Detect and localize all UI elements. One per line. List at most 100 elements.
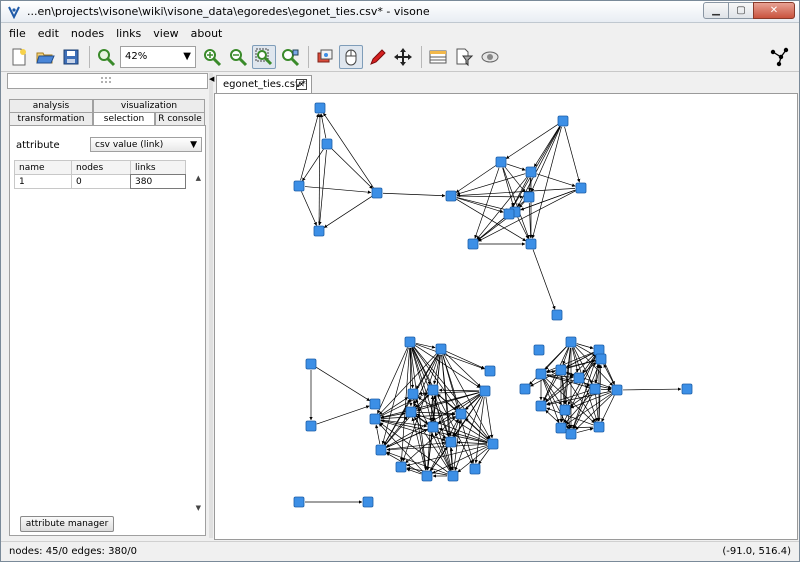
graph-node[interactable]	[427, 421, 439, 433]
maximize-button[interactable]: ▢	[728, 2, 754, 19]
graph-node[interactable]	[535, 368, 547, 380]
graph-node[interactable]	[305, 420, 317, 432]
search-button[interactable]	[478, 45, 502, 69]
menu-links[interactable]: links	[114, 27, 143, 40]
filter-button[interactable]	[452, 45, 476, 69]
graph-edge[interactable]	[375, 424, 381, 445]
graph-edge[interactable]	[506, 163, 526, 171]
graph-edge[interactable]	[304, 186, 372, 194]
graph-node[interactable]	[565, 428, 577, 440]
graph-node[interactable]	[395, 461, 407, 473]
table-cell-links[interactable]: 380	[130, 174, 186, 189]
graph-edge[interactable]	[456, 197, 504, 213]
graph-node[interactable]	[575, 182, 587, 194]
network-canvas[interactable]	[214, 93, 798, 540]
graph-node[interactable]	[503, 208, 515, 220]
table-row[interactable]: 1 0 380	[14, 174, 202, 189]
graph-edge[interactable]	[412, 347, 431, 385]
graph-node[interactable]	[427, 384, 439, 396]
graph-node[interactable]	[421, 470, 433, 482]
move-mode-button[interactable]	[391, 45, 415, 69]
graph-edge[interactable]	[576, 427, 594, 433]
graph-edge[interactable]	[318, 149, 327, 226]
menu-nodes[interactable]: nodes	[69, 27, 106, 40]
graph-node[interactable]	[525, 166, 537, 178]
graph-node[interactable]	[479, 385, 491, 397]
drag-grip-icon[interactable]	[100, 76, 112, 86]
graph-node[interactable]	[405, 406, 417, 418]
table-cell-name[interactable]: 1	[14, 174, 72, 189]
graph-node[interactable]	[447, 470, 459, 482]
graph-edge[interactable]	[546, 390, 612, 406]
graph-node[interactable]	[557, 115, 569, 127]
graph-edge[interactable]	[562, 347, 570, 365]
graph-edge[interactable]	[456, 195, 524, 199]
scroll-down-icon[interactable]: ▼	[196, 504, 201, 512]
menu-view[interactable]: view	[151, 27, 180, 40]
graph-node[interactable]	[487, 438, 499, 450]
graph-node[interactable]	[523, 191, 535, 203]
open-file-button[interactable]	[33, 45, 57, 69]
graph-edge[interactable]	[382, 192, 446, 198]
graph-edge[interactable]	[323, 112, 374, 189]
graph-edge[interactable]	[536, 173, 576, 187]
attributes-button[interactable]	[426, 45, 450, 69]
graph-node[interactable]	[551, 309, 563, 321]
graph-edge[interactable]	[456, 188, 576, 198]
graph-node[interactable]	[565, 336, 577, 348]
menu-about[interactable]: about	[189, 27, 225, 40]
layout-button[interactable]	[313, 45, 337, 69]
column-header-name[interactable]: name	[14, 160, 72, 175]
scroll-up-icon[interactable]: ▲	[196, 174, 201, 182]
graph-node[interactable]	[533, 344, 545, 356]
graph-node[interactable]	[589, 383, 601, 395]
column-header-nodes[interactable]: nodes	[71, 160, 131, 175]
graph-edge[interactable]	[381, 347, 409, 445]
zoom-level-select[interactable]: 42% ▼	[120, 45, 196, 68]
attribute-manager-button[interactable]: attribute manager	[20, 516, 114, 532]
graph-node[interactable]	[593, 421, 605, 433]
graph-edge[interactable]	[301, 191, 317, 226]
graph-node[interactable]	[519, 383, 531, 395]
collapse-left-icon[interactable]: ◀	[209, 75, 214, 83]
graph-node[interactable]	[293, 180, 305, 192]
graph-node[interactable]	[681, 383, 693, 395]
zoom-selection-button[interactable]	[278, 45, 302, 69]
graph-node[interactable]	[484, 365, 496, 377]
graph-node[interactable]	[595, 353, 607, 365]
draw-mode-button[interactable]	[365, 45, 389, 69]
zoom-out-button[interactable]	[226, 45, 250, 69]
graph-node[interactable]	[404, 336, 416, 348]
graph-node[interactable]	[495, 156, 507, 168]
graph-edge[interactable]	[406, 445, 488, 467]
graph-edge[interactable]	[576, 343, 594, 350]
network-button[interactable]	[767, 45, 791, 69]
graph-edge[interactable]	[323, 195, 373, 229]
graph-edge[interactable]	[517, 217, 529, 239]
graph-edge[interactable]	[318, 113, 322, 226]
graph-edge[interactable]	[622, 387, 682, 391]
close-tab-icon[interactable]: ✕	[296, 79, 307, 90]
graph-node[interactable]	[555, 364, 567, 376]
document-tab[interactable]: egonet_ties.csv* ✕	[216, 75, 312, 93]
tab-r-console[interactable]: R console	[155, 112, 205, 125]
table-cell-nodes[interactable]: 0	[71, 174, 131, 189]
graph-node[interactable]	[321, 138, 333, 150]
graph-edge[interactable]	[315, 366, 371, 402]
graph-edge[interactable]	[564, 126, 581, 183]
graph-edge[interactable]	[302, 148, 324, 182]
graph-edge[interactable]	[564, 347, 571, 405]
graph-node[interactable]	[555, 422, 567, 434]
select-mode-button[interactable]	[339, 44, 363, 69]
graph-node[interactable]	[535, 400, 547, 412]
new-file-button[interactable]	[7, 45, 31, 69]
graph-node[interactable]	[573, 372, 585, 384]
minimize-button[interactable]: ▁	[703, 2, 729, 19]
graph-node[interactable]	[369, 398, 381, 410]
graph-edge[interactable]	[533, 125, 561, 168]
graph-node[interactable]	[305, 358, 317, 370]
graph-edge[interactable]	[502, 167, 530, 239]
graph-node[interactable]	[435, 343, 447, 355]
graph-node[interactable]	[313, 225, 325, 237]
attribute-select[interactable]: csv value (link) ▼	[90, 137, 202, 152]
